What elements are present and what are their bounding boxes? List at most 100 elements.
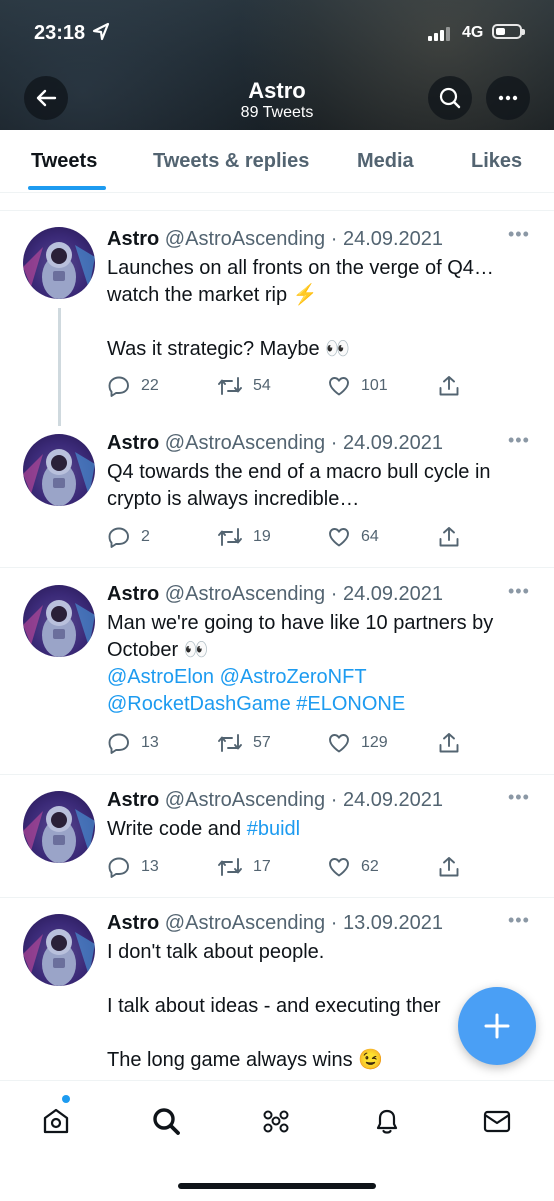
avatar[interactable] (23, 914, 95, 986)
tweet-line: Was it strategic? Maybe 👀 (107, 338, 351, 360)
tweet-actions: 13 17 62 (107, 855, 467, 879)
reply-count: 22 (141, 377, 159, 394)
retweet-button[interactable]: 17 (217, 855, 271, 879)
like-button[interactable]: 101 (327, 374, 388, 398)
like-count: 64 (361, 528, 379, 545)
retweet-count: 54 (253, 377, 271, 394)
share-button[interactable] (437, 855, 461, 879)
retweet-icon (218, 734, 242, 752)
tweet-actions: 22 54 101 (107, 374, 467, 398)
search-icon (439, 87, 461, 109)
tweet-line: Man we're going to have like 10 partners… (107, 612, 494, 634)
display-name[interactable]: Astro (107, 912, 159, 934)
heart-icon (329, 734, 349, 753)
tweet-line: I don't talk about people. (107, 941, 325, 963)
astronaut-avatar-image (23, 242, 95, 299)
like-button[interactable]: 129 (327, 731, 388, 755)
display-name[interactable]: Astro (107, 228, 159, 250)
bell-icon (376, 1109, 398, 1134)
handle-date: @AstroAscending · 24.09.2021 (164, 789, 444, 811)
reply-button[interactable]: 13 (107, 855, 159, 879)
share-icon (439, 527, 459, 547)
tweet-text: Man we're going to have like 10 partners… (107, 610, 527, 718)
avatar[interactable] (23, 227, 95, 299)
tweet-line: Q4 towards the end of a macro bull cycle… (107, 461, 491, 483)
divider (0, 567, 554, 568)
tweet-line: October 👀 (107, 639, 209, 661)
tweet-line: The long game always wins 😉 (107, 1049, 384, 1071)
divider (0, 210, 554, 211)
mail-icon (483, 1110, 511, 1133)
thread-line (58, 308, 61, 426)
tweet-text: Launches on all fronts on the verge of Q… (107, 255, 527, 363)
reply-icon (108, 733, 129, 754)
tweet-more-button[interactable]: ••• (508, 787, 530, 808)
active-tab-indicator (28, 186, 106, 190)
astronaut-avatar-image (23, 449, 95, 506)
reply-icon (108, 376, 129, 397)
like-button[interactable]: 64 (327, 525, 379, 549)
mention-links[interactable]: @AstroElon @AstroZeroNFT (107, 664, 527, 691)
share-icon (439, 857, 459, 877)
like-count: 129 (361, 734, 388, 751)
divider (0, 774, 554, 775)
profile-header: 23:18 4G Astro 89 Tweets (0, 0, 554, 130)
tweet-header: Astro @AstroAscending · 24.09.2021 (107, 789, 443, 812)
nav-home[interactable] (38, 1103, 74, 1139)
astronaut-avatar-image (23, 600, 95, 657)
share-button[interactable] (437, 731, 461, 755)
nav-notifications[interactable] (369, 1103, 405, 1139)
nav-messages[interactable] (479, 1103, 515, 1139)
retweet-button[interactable]: 57 (217, 731, 271, 755)
compose-tweet-button[interactable] (458, 987, 536, 1065)
network-label: 4G (462, 24, 484, 41)
tweet-more-button[interactable]: ••• (508, 910, 530, 931)
search-button[interactable] (428, 76, 472, 120)
tab-media[interactable]: Media (357, 150, 414, 173)
retweet-button[interactable]: 54 (217, 374, 271, 398)
reply-button[interactable]: 2 (107, 525, 150, 549)
retweet-count: 57 (253, 734, 271, 751)
signal-icon (428, 27, 450, 41)
retweet-button[interactable]: 19 (217, 525, 271, 549)
retweet-count: 17 (253, 858, 271, 875)
notification-dot (62, 1095, 70, 1103)
tweet-more-button[interactable]: ••• (508, 430, 530, 451)
tweet-text: Write code and #buidl (107, 816, 527, 843)
tweet-blank-line (107, 309, 527, 336)
like-button[interactable]: 62 (327, 855, 379, 879)
display-name[interactable]: Astro (107, 789, 159, 811)
tweet-header: Astro @AstroAscending · 24.09.2021 (107, 228, 443, 251)
tweet-header: Astro @AstroAscending · 24.09.2021 (107, 432, 443, 455)
heart-icon (329, 528, 349, 547)
home-icon (43, 1108, 69, 1134)
display-name[interactable]: Astro (107, 432, 159, 454)
mention-links[interactable]: @RocketDashGame #ELONONE (107, 691, 527, 718)
tab-tweets[interactable]: Tweets (31, 150, 97, 173)
like-count: 101 (361, 377, 388, 394)
display-name[interactable]: Astro (107, 583, 159, 605)
avatar[interactable] (23, 585, 95, 657)
location-arrow-icon (92, 22, 110, 41)
retweet-count: 19 (253, 528, 271, 545)
tab-tweets-replies[interactable]: Tweets & replies (153, 150, 309, 173)
tweet-header: Astro @AstroAscending · 13.09.2021 (107, 912, 443, 935)
nav-search[interactable] (148, 1103, 184, 1139)
hashtag-link[interactable]: #buidl (247, 818, 300, 840)
reply-button[interactable]: 22 (107, 374, 159, 398)
tweet-more-button[interactable]: ••• (508, 581, 530, 602)
tweet-more-button[interactable]: ••• (508, 224, 530, 245)
share-button[interactable] (437, 525, 461, 549)
avatar[interactable] (23, 791, 95, 863)
share-button[interactable] (437, 374, 461, 398)
home-indicator (178, 1183, 376, 1189)
spaces-icon (263, 1110, 289, 1133)
more-button[interactable] (486, 76, 530, 120)
nav-spaces[interactable] (258, 1103, 294, 1139)
tweet-line: crypto is always incredible… (107, 488, 360, 510)
reply-button[interactable]: 13 (107, 731, 159, 755)
tab-likes[interactable]: Likes (471, 150, 522, 173)
share-icon (439, 733, 459, 753)
reply-count: 13 (141, 734, 159, 751)
avatar[interactable] (23, 434, 95, 506)
